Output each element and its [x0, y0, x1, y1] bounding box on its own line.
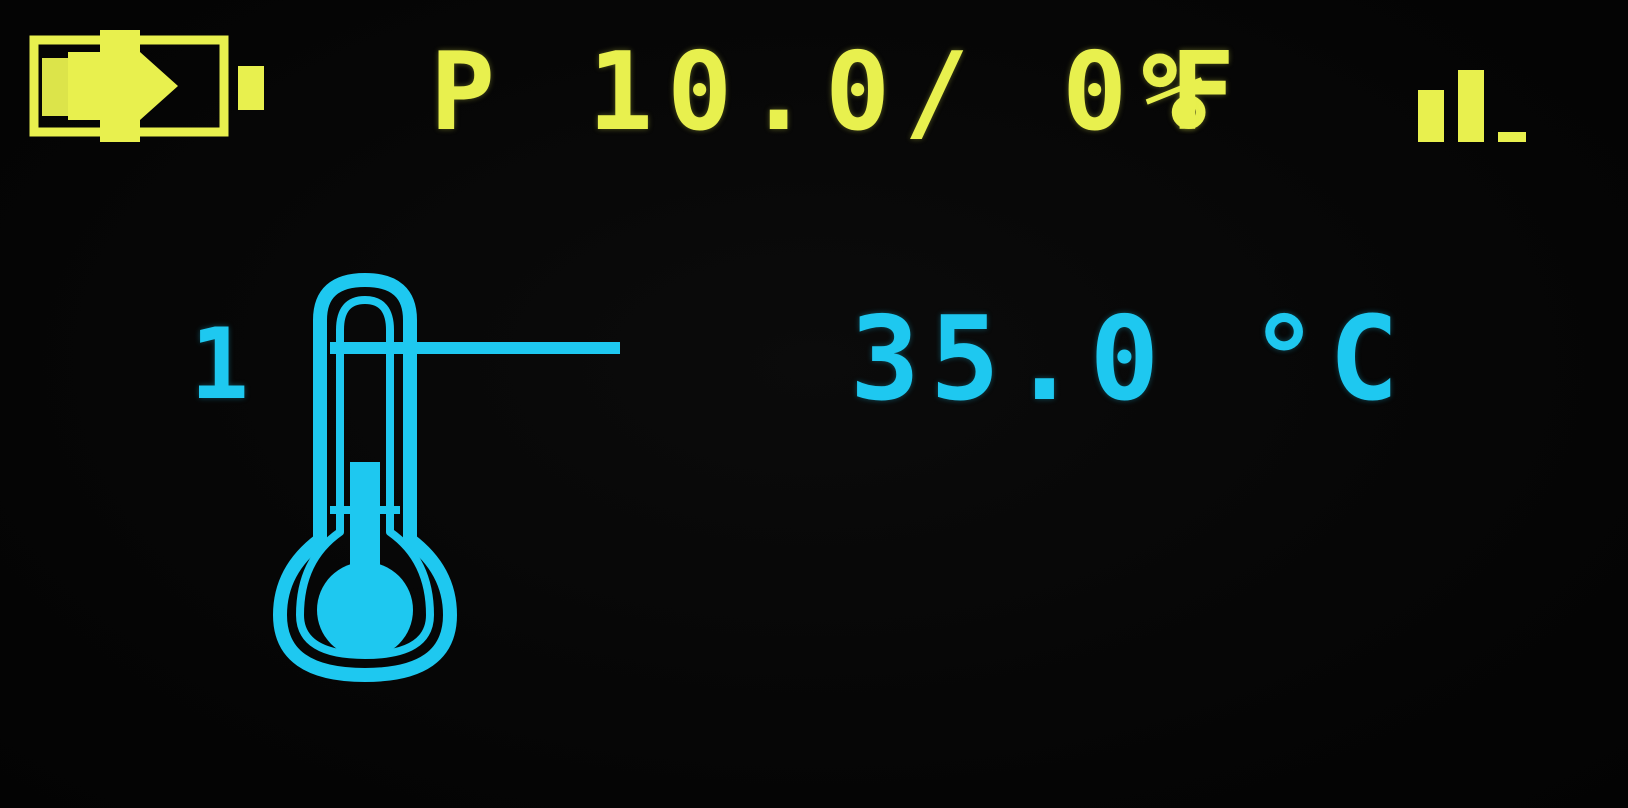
temperature-readout: 35.0 °C	[850, 292, 1409, 427]
battery-charging-icon	[29, 30, 264, 142]
sensor-number: 1	[190, 308, 250, 422]
thermometer-icon	[273, 273, 620, 682]
mode-indicator: F	[1170, 30, 1250, 155]
thermometer-fill	[350, 462, 380, 570]
power-readout: P 10.0/ 0%	[430, 30, 1221, 155]
signal-strength-icon	[1418, 70, 1526, 142]
oled-display: P 10.0/ 0% F 1 35.0 °C	[0, 0, 1628, 808]
